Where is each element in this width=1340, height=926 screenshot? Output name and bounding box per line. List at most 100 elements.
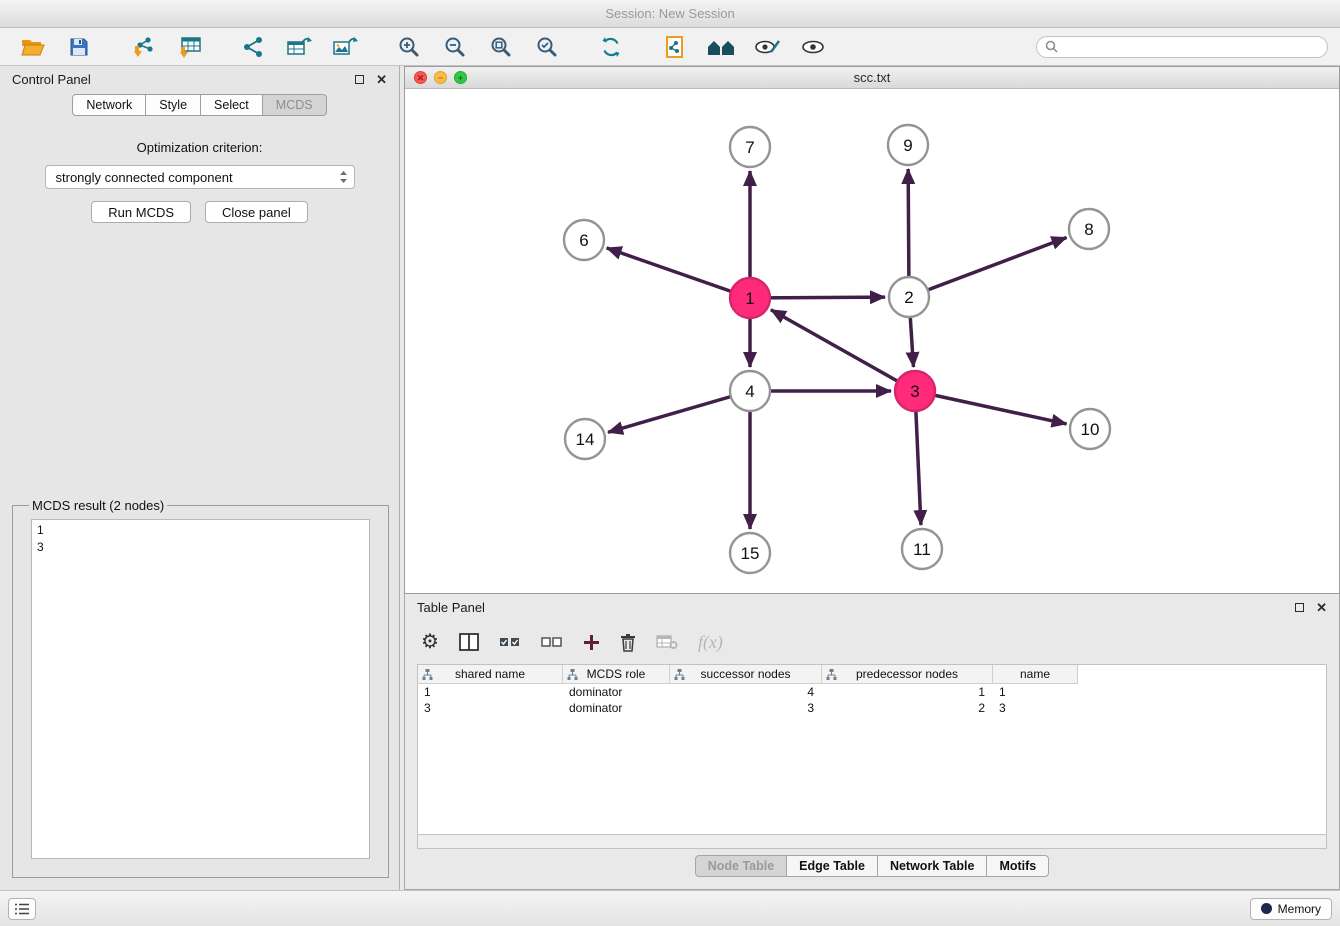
close-table-panel-icon[interactable]: ✕ <box>1316 603 1327 612</box>
open-file-button[interactable] <box>12 31 54 63</box>
graph-node-label: 4 <box>745 382 754 401</box>
import-network-button[interactable] <box>122 31 164 63</box>
table-settings-button[interactable]: ⚙ <box>421 632 439 652</box>
share-network-icon <box>241 36 265 58</box>
eye-slash-icon <box>754 38 780 56</box>
zoom-fit-icon <box>490 36 512 58</box>
cell-predecessor-nodes: 1 <box>822 684 993 700</box>
graph-node-label: 8 <box>1084 220 1093 239</box>
mcds-result-title: MCDS result (2 nodes) <box>29 498 167 513</box>
save-floppy-icon <box>69 37 89 57</box>
save-session-button[interactable] <box>58 31 100 63</box>
graph-node-label: 14 <box>576 430 595 449</box>
gear-icon: ⚙ <box>421 632 439 652</box>
criterion-select[interactable]: strongly connected component <box>45 165 355 189</box>
search-icon <box>1045 40 1058 53</box>
tab-mcds[interactable]: MCDS <box>263 94 327 116</box>
control-panel-title: Control Panel <box>12 72 91 87</box>
import-table-button[interactable] <box>168 31 210 63</box>
tab-select[interactable]: Select <box>201 94 263 116</box>
network-canvas[interactable]: 7968124314101511 <box>405 89 1339 593</box>
graph-edge-3-1[interactable] <box>771 310 915 391</box>
mcds-result-box: MCDS result (2 nodes) 1 3 <box>12 498 389 878</box>
node-table: shared name MCDS role successor nodes <box>417 664 1327 835</box>
float-table-panel-icon[interactable] <box>1295 603 1304 612</box>
memory-button[interactable]: Memory <box>1250 898 1332 920</box>
cell-predecessor-nodes: 2 <box>822 700 993 716</box>
table-panel: Table Panel ✕ ⚙ <box>404 594 1340 890</box>
new-network-button[interactable] <box>232 31 274 63</box>
refresh-icon <box>599 35 623 59</box>
export-image-icon <box>332 36 358 58</box>
network-view-window: ✕ − + scc.txt 7968124314101511 <box>404 66 1340 594</box>
export-table-icon <box>286 36 312 58</box>
delete-table-button-disabled[interactable] <box>656 634 678 650</box>
application-window: Session: New Session <box>0 0 1340 926</box>
horizontal-scrollbar[interactable] <box>417 835 1327 849</box>
fx-icon: f(x) <box>698 632 723 653</box>
float-panel-icon[interactable] <box>355 75 364 84</box>
column-header-mcds-role[interactable]: MCDS role <box>563 665 670 684</box>
zoom-selected-button[interactable] <box>526 31 568 63</box>
table-row[interactable]: 3 dominator 3 2 3 <box>418 700 1326 716</box>
import-network-icon <box>130 36 156 58</box>
graph-node-label: 11 <box>913 540 931 559</box>
close-panel-button[interactable]: Close panel <box>205 201 308 223</box>
tab-motifs[interactable]: Motifs <box>987 855 1049 877</box>
function-builder-button-disabled[interactable]: f(x) <box>698 632 723 653</box>
window-titlebar[interactable]: Session: New Session <box>0 0 1340 28</box>
column-header-predecessor-nodes[interactable]: predecessor nodes <box>822 665 993 684</box>
graph-edge-2-8[interactable] <box>909 237 1067 297</box>
table-panel-header: Table Panel ✕ <box>405 594 1339 620</box>
tab-network[interactable]: Network <box>72 94 146 116</box>
node-table-header: shared name MCDS role successor nodes <box>418 665 1326 684</box>
tab-edge-table[interactable]: Edge Table <box>787 855 878 877</box>
delete-column-button[interactable] <box>620 633 636 652</box>
open-folder-icon <box>21 37 45 57</box>
search-input[interactable] <box>1064 38 1319 55</box>
show-graphics-details-button[interactable] <box>746 31 788 63</box>
mcds-result-list[interactable]: 1 3 <box>31 519 370 859</box>
tab-node-table[interactable]: Node Table <box>695 855 787 877</box>
deselect-all-rows-button[interactable] <box>541 636 563 648</box>
task-history-button[interactable] <box>8 898 36 920</box>
tab-style[interactable]: Style <box>146 94 201 116</box>
add-column-button[interactable] <box>583 634 600 651</box>
run-mcds-button[interactable]: Run MCDS <box>91 201 191 223</box>
column-header-shared-name[interactable]: shared name <box>418 665 563 684</box>
zoom-fit-button[interactable] <box>480 31 522 63</box>
table-row[interactable]: 1 dominator 4 1 1 <box>418 684 1326 700</box>
zoom-out-icon <box>444 36 466 58</box>
apply-layout-button[interactable] <box>590 31 632 63</box>
close-panel-icon[interactable]: ✕ <box>376 75 387 84</box>
graph-node-label: 1 <box>745 289 754 308</box>
cell-mcds-role: dominator <box>563 700 670 716</box>
main-toolbar <box>0 28 1340 66</box>
zoom-out-button[interactable] <box>434 31 476 63</box>
graph-edge-3-10[interactable] <box>915 391 1067 424</box>
control-panel: Control Panel ✕ Network Style Select MCD… <box>0 66 400 890</box>
columns-icon <box>459 633 479 651</box>
select-all-rows-button[interactable] <box>499 636 521 648</box>
first-neighbors-button[interactable] <box>654 31 696 63</box>
export-image-button[interactable] <box>324 31 366 63</box>
column-header-successor-nodes[interactable]: successor nodes <box>670 665 822 684</box>
zoom-in-button[interactable] <box>388 31 430 63</box>
hide-graphics-details-button[interactable] <box>792 31 834 63</box>
cell-name: 3 <box>993 700 1078 716</box>
network-window-titlebar[interactable]: ✕ − + scc.txt <box>405 67 1339 89</box>
export-table-button[interactable] <box>278 31 320 63</box>
graph-edge-1-6[interactable] <box>607 248 750 298</box>
tab-network-table[interactable]: Network Table <box>878 855 988 877</box>
zoom-in-icon <box>398 36 420 58</box>
network-analyzer-button[interactable] <box>700 31 742 63</box>
column-header-name[interactable]: name <box>993 665 1078 684</box>
houses-icon <box>706 37 736 57</box>
zoom-selected-icon <box>536 36 558 58</box>
mcds-panel-body: Optimization criterion: strongly connect… <box>0 124 399 890</box>
graph-edge-4-14[interactable] <box>608 391 750 432</box>
table-panel-title: Table Panel <box>417 600 485 615</box>
select-columns-button[interactable] <box>459 633 479 651</box>
cell-name: 1 <box>993 684 1078 700</box>
cell-successor-nodes: 3 <box>670 700 822 716</box>
